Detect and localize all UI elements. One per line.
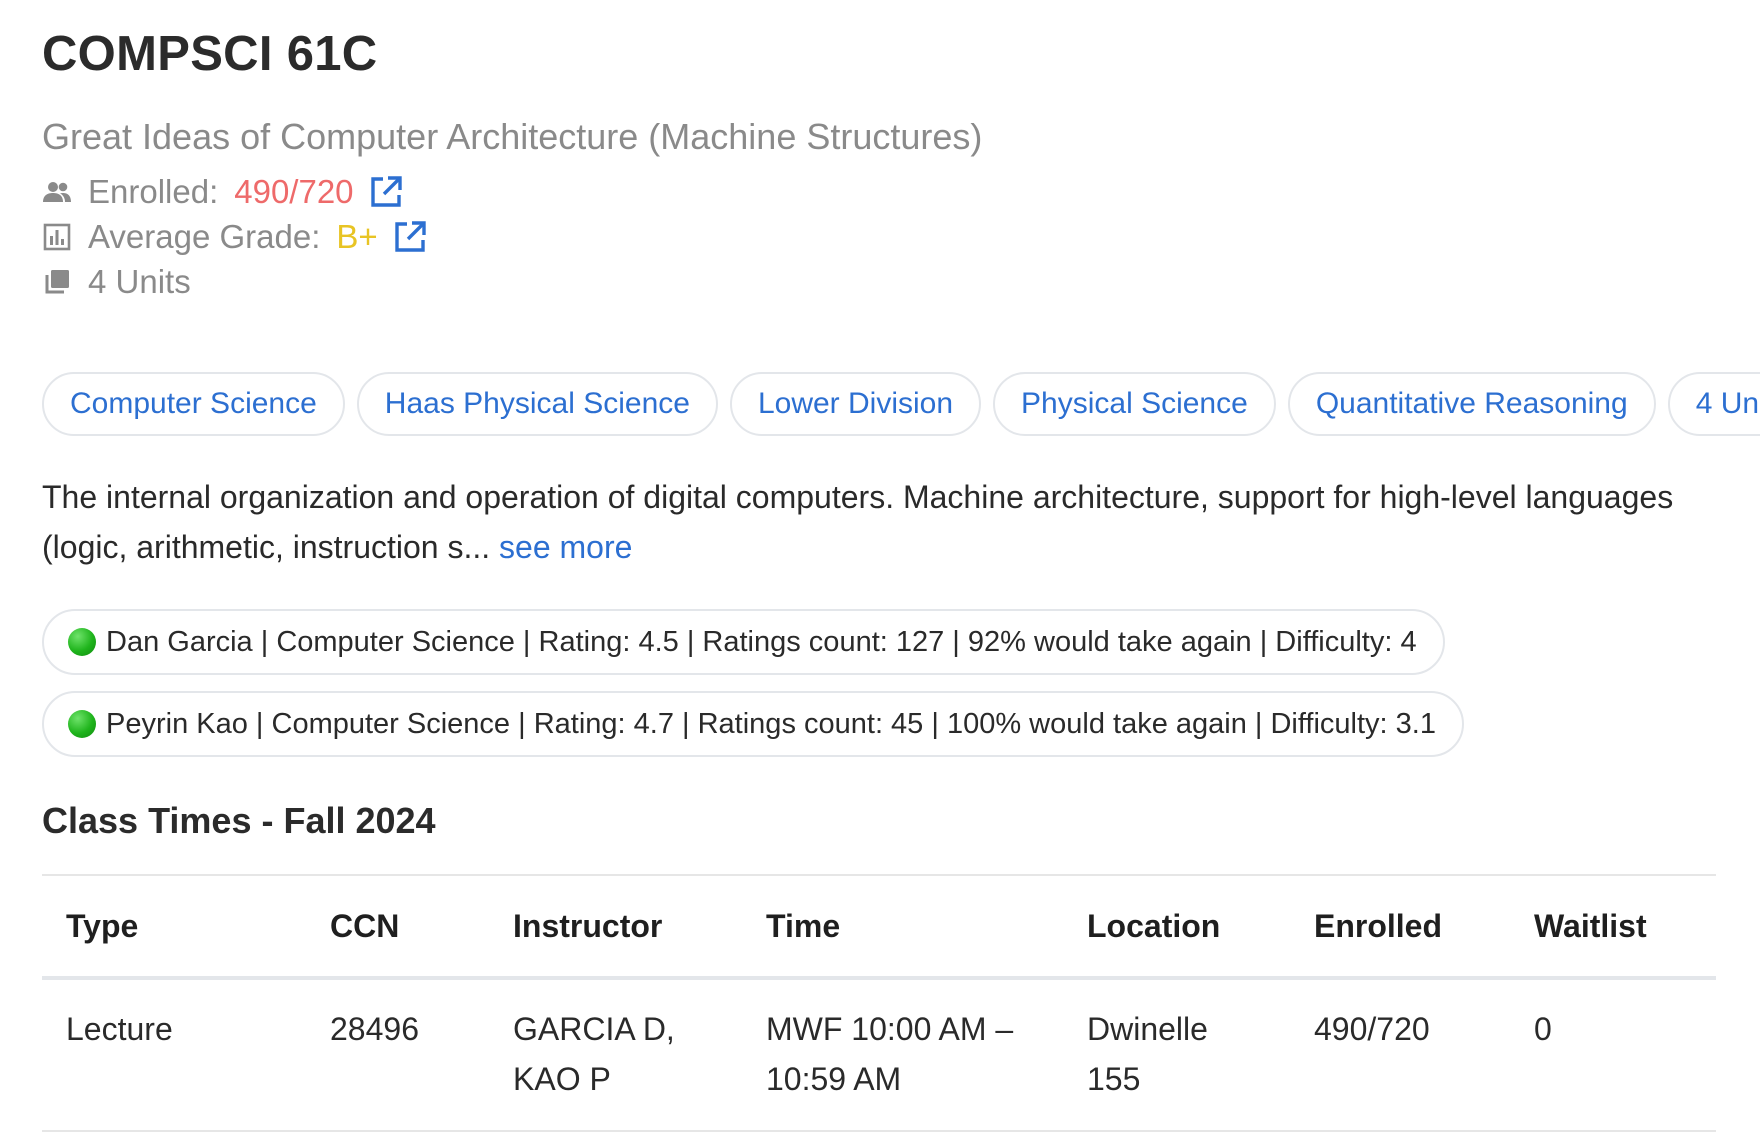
table-row[interactable]: Lecture 28496 GARCIA D, KAO P MWF 10:00 … — [42, 978, 1716, 1132]
average-grade-row: Average Grade: B+ — [42, 215, 428, 259]
cell-location: Dwinelle 155 — [1063, 978, 1290, 1132]
people-icon — [42, 177, 72, 207]
enrolled-label: Enrolled: — [88, 173, 219, 210]
tag-haas-physical-science[interactable]: Haas Physical Science — [356, 372, 718, 436]
average-grade-value: B+ — [336, 218, 378, 255]
instructor-info: Dan Garcia | Computer Science | Rating: … — [106, 625, 1417, 658]
tag-lower-division[interactable]: Lower Division — [729, 372, 982, 436]
stack-icon — [42, 267, 72, 297]
column-header-instructor: Instructor — [489, 874, 742, 980]
class-times-table: Type CCN Instructor Time Location Enroll… — [42, 874, 1716, 1132]
table-header-row: Type CCN Instructor Time Location Enroll… — [42, 874, 1716, 980]
column-header-time: Time — [742, 874, 1063, 980]
course-tags: Computer Science Haas Physical Science L… — [42, 372, 1760, 436]
column-header-location: Location — [1063, 874, 1290, 980]
tag-units[interactable]: 4 Units — [1667, 372, 1760, 436]
instructor-card[interactable]: Peyrin Kao | Computer Science | Rating: … — [42, 691, 1464, 757]
instructor-info: Peyrin Kao | Computer Science | Rating: … — [106, 707, 1436, 740]
class-times-title: Class Times - Fall 2024 — [42, 800, 436, 841]
cell-enrolled: 490/720 — [1290, 978, 1510, 1132]
column-header-enrolled: Enrolled — [1290, 874, 1510, 980]
column-header-ccn: CCN — [306, 874, 489, 980]
see-more-link[interactable]: see more — [499, 529, 632, 565]
enrollment-external-link-icon[interactable] — [368, 174, 404, 210]
status-green-dot-icon — [68, 710, 96, 738]
description-text: The internal organization and operation … — [42, 479, 1674, 565]
course-description: The internal organization and operation … — [42, 472, 1712, 572]
cell-ccn: 28496 — [306, 978, 489, 1132]
tag-physical-science[interactable]: Physical Science — [993, 372, 1276, 436]
course-code: COMPSCI 61C — [42, 27, 378, 81]
tag-computer-science[interactable]: Computer Science — [42, 372, 345, 436]
enrolled-value: 490/720 — [234, 173, 354, 210]
column-header-type: Type — [42, 874, 306, 980]
course-title: Great Ideas of Computer Architecture (Ma… — [42, 116, 983, 157]
grades-external-link-icon[interactable] — [392, 219, 428, 255]
enrolled-row: Enrolled: 490/720 — [42, 170, 404, 214]
instructor-card[interactable]: Dan Garcia | Computer Science | Rating: … — [42, 609, 1445, 675]
cell-time: MWF 10:00 AM – 10:59 AM — [742, 978, 1063, 1132]
cell-type: Lecture — [42, 978, 306, 1132]
cell-waitlist: 0 — [1510, 978, 1716, 1132]
tag-quantitative-reasoning[interactable]: Quantitative Reasoning — [1287, 372, 1656, 436]
column-header-waitlist: Waitlist — [1510, 874, 1716, 980]
units-row: 4 Units — [42, 260, 207, 304]
units-label: 4 Units — [88, 263, 191, 300]
course-detail-page: COMPSCI 61C Great Ideas of Computer Arch… — [0, 0, 1760, 1134]
bar-chart-icon — [42, 222, 72, 252]
class-times-table-wrap: Type CCN Instructor Time Location Enroll… — [42, 874, 1716, 1132]
status-green-dot-icon — [68, 628, 96, 656]
average-grade-label: Average Grade: — [88, 218, 321, 255]
cell-instructor: GARCIA D, KAO P — [489, 978, 742, 1132]
